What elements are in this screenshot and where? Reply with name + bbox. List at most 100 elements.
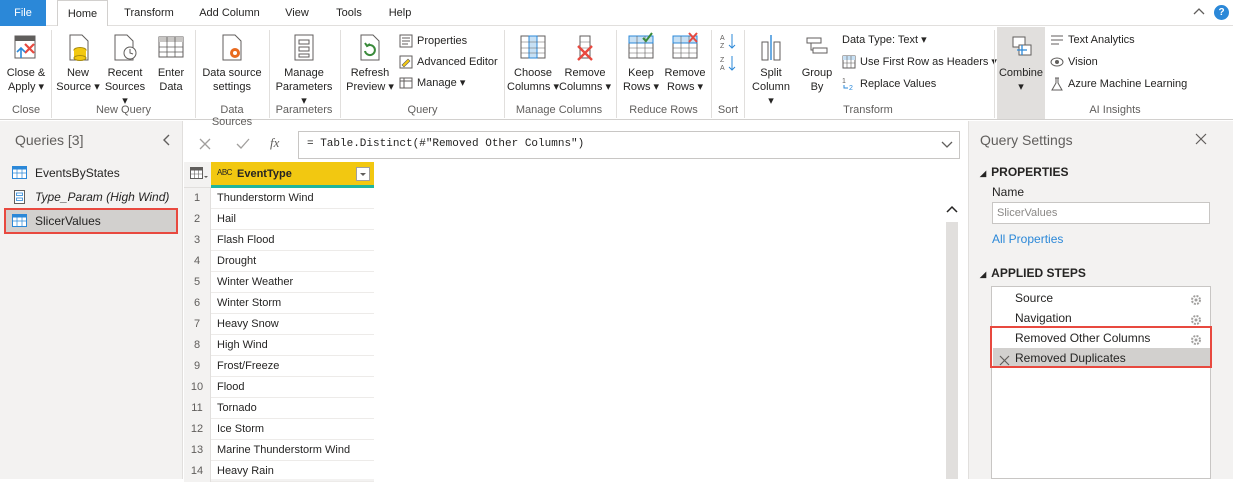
formula-input[interactable]: = Table.Distinct(#"Removed Other Columns… [298,131,960,159]
cell-value[interactable]: Frost/Freeze [217,356,279,377]
table-menu-icon[interactable] [190,167,208,184]
replace-values-button[interactable]: 1 2 Replace Values [842,75,936,93]
recent-sources-icon [114,34,137,61]
text-type-icon[interactable]: ABC [217,168,232,177]
split-column-label-2: Column [752,81,790,93]
applied-steps-section[interactable]: ◢ APPLIED STEPS [980,266,1086,280]
refresh-preview-button[interactable]: Refresh Preview ▾ [345,32,395,94]
cell-value[interactable]: Ice Storm [217,419,264,440]
cell-value[interactable]: Winter Storm [217,293,281,314]
cell-value[interactable]: Hail [217,209,236,230]
help-icon[interactable]: ? [1214,5,1229,20]
manage-button[interactable]: Manage ▾ [399,74,465,92]
cell-value[interactable]: Winter Weather [217,272,293,293]
cell-value[interactable]: Flash Flood [217,230,274,251]
table-row[interactable]: 10 Flood [184,377,374,398]
cell-value[interactable]: High Wind [217,335,268,356]
tab-transform[interactable]: Transform [118,0,180,26]
table-row[interactable]: 4 Drought [184,251,374,272]
azure-ml-button[interactable]: Azure Machine Learning [1050,75,1187,93]
collapse-queries-icon[interactable] [161,133,173,147]
close-apply-button[interactable]: Close & Apply ▾ [5,32,47,94]
cell-value[interactable]: Marine Thunderstorm Wind [217,440,350,461]
tab-view[interactable]: View [278,0,316,26]
query-item-type-param[interactable]: Type_Param (High Wind) [6,186,176,208]
query-item-eventsbystates[interactable]: EventsByStates [6,162,176,184]
close-apply-label-2: Apply [7,81,36,93]
sort-descending-button[interactable]: ZA [719,54,737,72]
column-header-eventtype[interactable]: ABC EventType [211,162,374,188]
refresh-preview-label-1: Refresh [350,67,390,79]
cell-value[interactable]: Drought [217,251,256,272]
tab-tools[interactable]: Tools [328,0,370,26]
advanced-editor-button[interactable]: Advanced Editor [399,53,498,71]
remove-columns-button[interactable]: Remove Columns ▾ [559,32,611,94]
column-filter-button[interactable] [356,167,370,181]
table-row[interactable]: 11 Tornado [184,398,374,419]
table-row[interactable]: 13 Marine Thunderstorm Wind [184,440,374,461]
query-item-slicervalues[interactable]: SlicerValues [4,208,178,234]
table-icon [12,214,27,227]
close-icon[interactable] [1195,133,1207,148]
all-properties-link[interactable]: All Properties [992,232,1063,246]
delete-step-icon[interactable] [999,352,1010,372]
split-column-button[interactable]: Split Column ▾ [748,32,794,108]
expand-formula-icon[interactable] [941,140,953,153]
combine-button[interactable]: Combine ▾ [997,27,1045,119]
table-row[interactable]: 1 Thunderstorm Wind [184,188,374,209]
vision-label: Vision [1068,56,1098,68]
vision-button[interactable]: Vision [1050,53,1098,71]
sort-ascending-button[interactable]: AZ [719,32,737,50]
group-ai-insights: AI Insights [1089,104,1141,116]
advanced-editor-label: Advanced Editor [417,56,498,68]
step-removed-other-columns[interactable]: Removed Other Columns [993,328,1210,348]
svg-text:Z: Z [720,43,725,50]
cancel-formula-icon[interactable] [198,137,212,154]
tab-help[interactable]: Help [381,0,419,26]
table-row[interactable]: 12 Ice Storm [184,419,374,440]
properties-section[interactable]: ◢ PROPERTIES [980,165,1069,179]
query-label: Type_Param (High Wind) [35,190,170,204]
remove-rows-icon [672,32,698,59]
vertical-scrollbar[interactable] [944,162,960,479]
step-source[interactable]: Source [993,288,1210,308]
use-first-row-button[interactable]: Use First Row as Headers ▾ [842,53,997,71]
use-first-row-label: Use First Row as Headers [860,56,989,68]
name-field[interactable]: SlicerValues [992,202,1210,224]
recent-sources-button[interactable]: Recent Sources ▾ [102,32,148,108]
new-source-button[interactable]: New Source ▾ [56,32,100,94]
remove-rows-button[interactable]: Remove Rows ▾ [663,32,707,94]
table-row[interactable]: 7 Heavy Snow [184,314,374,335]
step-removed-duplicates[interactable]: Removed Duplicates [993,348,1210,368]
table-row[interactable]: 3 Flash Flood [184,230,374,251]
cell-value[interactable]: Heavy Snow [217,314,279,335]
scroll-up-icon[interactable] [946,204,958,217]
group-by-button[interactable]: Group By [798,32,836,94]
cell-value[interactable]: Thunderstorm Wind [217,188,314,209]
tab-file[interactable]: File [0,0,46,26]
collapse-triangle-icon: ◢ [980,270,987,279]
table-row[interactable]: 8 High Wind [184,335,374,356]
tab-home[interactable]: Home [57,0,108,27]
scroll-thumb[interactable] [946,222,958,479]
data-source-settings-button[interactable]: Data source settings [199,32,265,94]
text-analytics-button[interactable]: Text Analytics [1050,31,1135,49]
choose-columns-button[interactable]: Choose Columns ▾ [507,32,559,94]
data-type-dropdown[interactable]: Data Type: Text ▾ [842,31,927,49]
table-row[interactable]: 5 Winter Weather [184,272,374,293]
cell-value[interactable]: Flood [217,377,245,398]
confirm-formula-icon[interactable] [236,137,250,154]
properties-button[interactable]: Properties [399,32,467,50]
table-row[interactable]: 9 Frost/Freeze [184,356,374,377]
step-navigation[interactable]: Navigation [993,308,1210,328]
table-row[interactable]: 6 Winter Storm [184,293,374,314]
manage-parameters-button[interactable]: Manage Parameters ▾ [272,32,336,108]
tab-add-column[interactable]: Add Column [192,0,267,26]
enter-data-button[interactable]: Enter Data [151,32,191,94]
table-row[interactable]: 2 Hail [184,209,374,230]
keep-rows-button[interactable]: Keep Rows ▾ [620,32,662,94]
cell-value[interactable]: Tornado [217,398,257,419]
fx-icon[interactable]: fx [270,135,279,151]
collapse-ribbon-icon[interactable] [1192,5,1206,19]
row-number: 11 [184,398,211,419]
